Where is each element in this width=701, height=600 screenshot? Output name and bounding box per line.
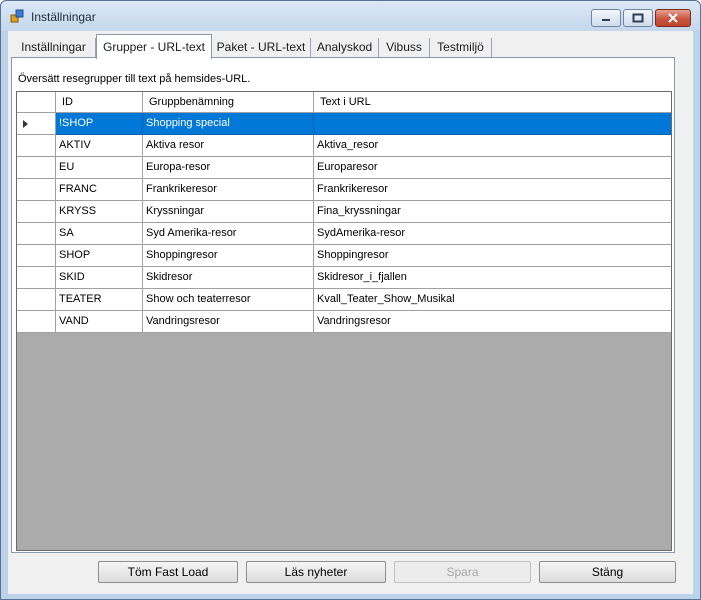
cell-text-i-url[interactable]: Shoppingresor [314,245,671,267]
table-row[interactable]: SKID Skidresor Skidresor_i_fjallen [17,267,671,289]
cell-id[interactable]: VAND [56,311,143,333]
minimize-button[interactable] [591,9,621,27]
tom-fast-load-button[interactable]: Töm Fast Load [98,561,238,583]
tab-strip: Inställningar Grupper - URL-text Paket -… [12,34,692,59]
cell-text-i-url[interactable]: Frankrikeresor [314,179,671,201]
column-header-gruppbenamning[interactable]: Gruppbenämning [143,92,314,113]
cell-gruppbenamning[interactable]: Vandringsresor [143,311,314,333]
cell-gruppbenamning[interactable]: Syd Amerika-resor [143,223,314,245]
cell-text-i-url[interactable]: Fina_kryssningar [314,201,671,223]
tab-vibuss[interactable]: Vibuss [379,38,430,58]
table-row[interactable]: AKTIV Aktiva resor Aktiva_resor [17,135,671,157]
cell-id[interactable]: FRANC [56,179,143,201]
row-header[interactable] [17,179,56,201]
cell-id[interactable]: SHOP [56,245,143,267]
window-title: Inställningar [31,10,96,24]
grid-header-row: ID Gruppbenämning Text i URL [17,92,671,113]
cell-id[interactable]: TEATER [56,289,143,311]
tab-testmiljo[interactable]: Testmiljö [430,38,492,58]
cell-id[interactable]: EU [56,157,143,179]
tab-analyskod[interactable]: Analyskod [311,38,379,58]
row-header-corner[interactable] [17,92,56,113]
cell-gruppbenamning[interactable]: Shopping special [143,113,314,135]
tab-paket-url-text[interactable]: Paket - URL-text [212,38,311,58]
maximize-button[interactable] [623,9,653,27]
app-icon [10,9,24,23]
row-header[interactable] [17,289,56,311]
tab-installningar[interactable]: Inställningar [12,38,96,58]
cell-text-i-url[interactable] [314,113,671,135]
cell-text-i-url[interactable]: Europaresor [314,157,671,179]
restore-icon [632,13,644,23]
close-window-button[interactable] [655,9,691,27]
cell-text-i-url[interactable]: Aktiva_resor [314,135,671,157]
table-row[interactable]: SHOP Shoppingresor Shoppingresor [17,245,671,267]
cell-id[interactable]: SA [56,223,143,245]
cell-id[interactable]: AKTIV [56,135,143,157]
cell-gruppbenamning[interactable]: Europa-resor [143,157,314,179]
cell-gruppbenamning[interactable]: Show och teaterresor [143,289,314,311]
minimize-icon [602,19,610,21]
row-header[interactable] [17,311,56,333]
table-row[interactable]: KRYSS Kryssningar Fina_kryssningar [17,201,671,223]
table-row[interactable]: EU Europa-resor Europaresor [17,157,671,179]
close-icon [668,13,678,23]
table-row[interactable]: VAND Vandringsresor Vandringsresor [17,311,671,333]
cell-id[interactable]: KRYSS [56,201,143,223]
row-header[interactable] [17,135,56,157]
row-header[interactable] [17,201,56,223]
cell-gruppbenamning[interactable]: Frankrikeresor [143,179,314,201]
row-header[interactable] [17,157,56,179]
cell-id[interactable]: SKID [56,267,143,289]
cell-text-i-url[interactable]: Vandringsresor [314,311,671,333]
stang-button[interactable]: Stäng [539,561,676,583]
table-row[interactable]: FRANC Frankrikeresor Frankrikeresor [17,179,671,201]
column-header-text-i-url[interactable]: Text i URL [314,92,671,113]
row-header[interactable] [17,113,56,135]
spara-button[interactable]: Spara [394,561,531,583]
cell-text-i-url[interactable]: Skidresor_i_fjallen [314,267,671,289]
current-row-arrow-icon [23,120,28,128]
cell-gruppbenamning[interactable]: Aktiva resor [143,135,314,157]
cell-text-i-url[interactable]: SydAmerika-resor [314,223,671,245]
cell-id[interactable]: !SHOP [56,113,143,135]
cell-gruppbenamning[interactable]: Shoppingresor [143,245,314,267]
settings-window: Inställningar Inställningar Grupper - UR… [0,0,701,600]
table-row[interactable]: SA Syd Amerika-resor SydAmerika-resor [17,223,671,245]
title-bar[interactable]: Inställningar [1,1,700,31]
client-area: Inställningar Grupper - URL-text Paket -… [8,31,693,594]
row-header[interactable] [17,223,56,245]
column-header-id[interactable]: ID [56,92,143,113]
las-nyheter-button[interactable]: Läs nyheter [246,561,386,583]
groups-grid[interactable]: ID Gruppbenämning Text i URL !SHOP Shopp… [16,91,672,551]
tab-grupper-url-text[interactable]: Grupper - URL-text [96,34,212,59]
table-row[interactable]: TEATER Show och teaterresor Kvall_Teater… [17,289,671,311]
tab-panel-grupper: Översätt resegrupper till text på hemsid… [11,57,675,553]
cell-text-i-url[interactable]: Kvall_Teater_Show_Musikal [314,289,671,311]
description-label: Översätt resegrupper till text på hemsid… [18,73,251,85]
table-row[interactable]: !SHOP Shopping special [17,113,671,135]
row-header[interactable] [17,267,56,289]
cell-gruppbenamning[interactable]: Skidresor [143,267,314,289]
cell-gruppbenamning[interactable]: Kryssningar [143,201,314,223]
row-header[interactable] [17,245,56,267]
